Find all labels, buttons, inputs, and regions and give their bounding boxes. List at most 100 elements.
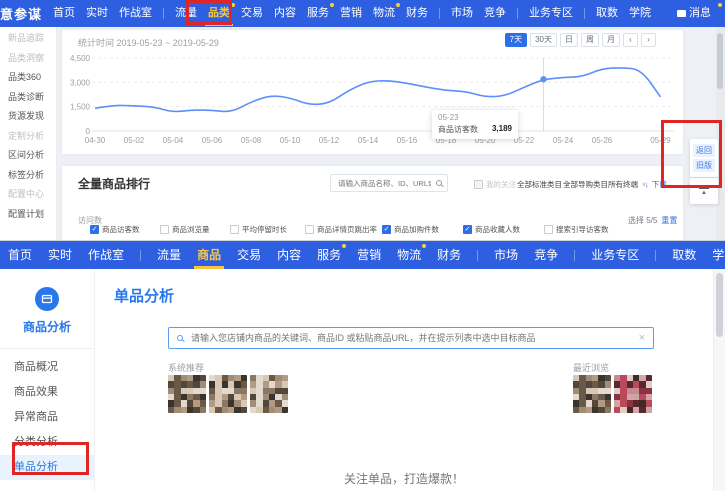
nav-item-finance[interactable]: 财务 <box>406 0 428 27</box>
scrollbar-thumb[interactable] <box>716 273 723 337</box>
metric-checkbox-search-guide-visitors[interactable]: 搜索引导访客数 <box>544 224 609 235</box>
nav-item-market[interactable]: 市场 <box>494 241 518 269</box>
back-to-top-button[interactable]: ▲ <box>690 178 718 204</box>
metric-checkbox-view-count[interactable]: 商品浏览量 <box>160 224 210 235</box>
nav-item-trade[interactable]: 交易 <box>241 0 263 27</box>
top-window-scrollbar[interactable] <box>716 27 725 240</box>
range-button-30天[interactable]: 30天 <box>530 33 557 47</box>
product-thumbnail[interactable] <box>614 375 652 413</box>
nav-item-traffic[interactable]: 流量 <box>157 241 181 269</box>
nav-item-logistics[interactable]: 物流 <box>397 241 421 269</box>
product-thumbnail[interactable] <box>250 375 288 413</box>
checkbox[interactable] <box>544 225 553 234</box>
scrollbar-thumb[interactable] <box>717 33 723 89</box>
metric-checkbox-visitor-count[interactable]: ✓商品访客数 <box>90 224 140 235</box>
nav-item-product[interactable]: 商品 <box>197 241 221 269</box>
old-version-label[interactable]: 旧版 <box>693 159 715 172</box>
sidebar-item-category-diagnosis[interactable]: 品类诊断 <box>0 88 56 108</box>
svg-text:05-06: 05-06 <box>202 136 223 145</box>
download-link[interactable]: ↓ 下载 <box>645 179 667 190</box>
metric-checkbox-cart-add-count[interactable]: ✓商品加购件数 <box>382 224 439 235</box>
sidebar-item-category-360[interactable]: 品类360 <box>0 68 56 88</box>
sidebar-item-product-effect[interactable]: 商品效果 <box>0 380 94 405</box>
nav-item-marketing[interactable]: 营销 <box>340 0 362 27</box>
sidebar-item-category-analysis[interactable]: 分类分析 <box>0 430 94 455</box>
nav-item-content[interactable]: 内容 <box>277 241 301 269</box>
nav-item-marketing[interactable]: 营销 <box>357 241 381 269</box>
sidebar-item-category-insight[interactable]: 品类洞察 <box>0 49 56 69</box>
sidebar-item-new-item-tracking[interactable]: 新品追踪 <box>0 29 56 49</box>
metric-label: 商品收藏人数 <box>475 224 520 235</box>
checkbox[interactable]: ✓ <box>463 225 472 234</box>
nav-item-realtime[interactable]: 实时 <box>86 0 108 27</box>
svg-text:04-30: 04-30 <box>85 136 106 145</box>
checkbox[interactable]: ✓ <box>382 225 391 234</box>
app-logo: 生意参谋 <box>0 4 42 23</box>
metric-checkbox-detail-bounce-rate[interactable]: 商品详情页跳出率 <box>305 224 377 235</box>
range-button-月[interactable]: 月 <box>602 33 620 47</box>
search-icon[interactable] <box>436 180 442 186</box>
range-button-周[interactable]: 周 <box>581 33 599 47</box>
nav-item-war-room[interactable]: 作战室 <box>88 241 124 269</box>
nav-item-business-zone[interactable]: 业务专区 <box>591 241 639 269</box>
sidebar-item-config-plan[interactable]: 配置计划 <box>0 205 56 225</box>
sidebar-item-abnormal-product[interactable]: 异常商品 <box>0 405 94 430</box>
sidebar-item-single-product-analysis[interactable]: 单品分析 <box>0 455 94 480</box>
nav-item-trade[interactable]: 交易 <box>237 241 261 269</box>
nav-item-data-extract[interactable]: 取数 <box>672 241 696 269</box>
product-analysis-icon <box>35 287 59 311</box>
nav-item-war-room[interactable]: 作战室 <box>119 0 152 27</box>
sidebar-item-interval-analysis[interactable]: 区间分析 <box>0 146 56 166</box>
rank-search-input[interactable] <box>336 178 433 189</box>
checkbox[interactable]: ✓ <box>90 225 99 234</box>
nav-item-compete[interactable]: 竞争 <box>534 241 558 269</box>
nav-item-academy[interactable]: 学院 <box>712 241 725 269</box>
range-button-日[interactable]: 日 <box>560 33 578 47</box>
nav-item-finance[interactable]: 财务 <box>437 241 461 269</box>
nav-item-realtime[interactable]: 实时 <box>48 241 72 269</box>
product-thumbnail[interactable] <box>209 375 247 413</box>
reset-link[interactable]: 重置 <box>661 216 677 225</box>
nav-item-data-extract[interactable]: 取数 <box>596 0 618 27</box>
back-to-old-version-button[interactable]: 返回 旧版 <box>690 139 718 177</box>
product-thumbnail[interactable] <box>168 375 206 413</box>
nav-item-home[interactable]: 首页 <box>8 241 32 269</box>
checkbox[interactable] <box>160 225 169 234</box>
product-thumbnail[interactable] <box>573 375 611 413</box>
nav-item-message[interactable]: 消息 <box>677 0 717 27</box>
nav-item-service[interactable]: 服务 <box>317 241 341 269</box>
range-button-7天[interactable]: 7天 <box>505 33 527 47</box>
nav-item-market[interactable]: 市场 <box>451 0 473 27</box>
sidebar-item-supply-discovery[interactable]: 货源发现 <box>0 107 56 127</box>
nav-item-traffic[interactable]: 流量 <box>175 0 197 27</box>
metric-checkbox-avg-stay-time[interactable]: 平均停留时长 <box>230 224 287 235</box>
sidebar-item-custom-analysis[interactable]: 定制分析 <box>0 127 56 147</box>
nav-item-logistics[interactable]: 物流 <box>373 0 395 27</box>
clear-icon[interactable]: × <box>639 333 645 344</box>
next-button[interactable]: › <box>641 33 656 47</box>
bottom-window-scrollbar[interactable] <box>713 269 725 491</box>
nav-divider <box>574 250 575 261</box>
nav-item-academy[interactable]: 学院 <box>629 0 651 27</box>
nav-item-compete[interactable]: 竞争 <box>484 0 506 27</box>
checkbox[interactable] <box>474 180 483 189</box>
filter-dropdown-terminal[interactable]: 所有终端∨ <box>608 179 646 190</box>
nav-item-category[interactable]: 品类 <box>208 0 230 27</box>
sidebar-item-config-center[interactable]: 配置中心 <box>0 185 56 205</box>
nav-item-home[interactable]: 首页 <box>53 0 75 27</box>
sidebar-item-tag-analysis[interactable]: 标签分析 <box>0 166 56 186</box>
product-search-box: × <box>168 327 654 349</box>
nav-item-business-zone[interactable]: 业务专区 <box>529 0 573 27</box>
sidebar-item-product-overview[interactable]: 商品概况 <box>0 355 94 380</box>
checkbox[interactable] <box>230 225 239 234</box>
product-search-input[interactable] <box>189 332 633 344</box>
my-focus-checkbox[interactable]: 我的关注 <box>474 179 516 190</box>
metric-checkbox-favorite-count[interactable]: ✓商品收藏人数 <box>463 224 520 235</box>
prev-button[interactable]: ‹ <box>623 33 638 47</box>
nav-item-content[interactable]: 内容 <box>274 0 296 27</box>
checkbox[interactable] <box>305 225 314 234</box>
notification-dot <box>231 3 235 7</box>
back-label[interactable]: 返回 <box>693 144 715 157</box>
chevron-down-icon: ∨ <box>642 181 646 188</box>
nav-item-service[interactable]: 服务 <box>307 0 329 27</box>
